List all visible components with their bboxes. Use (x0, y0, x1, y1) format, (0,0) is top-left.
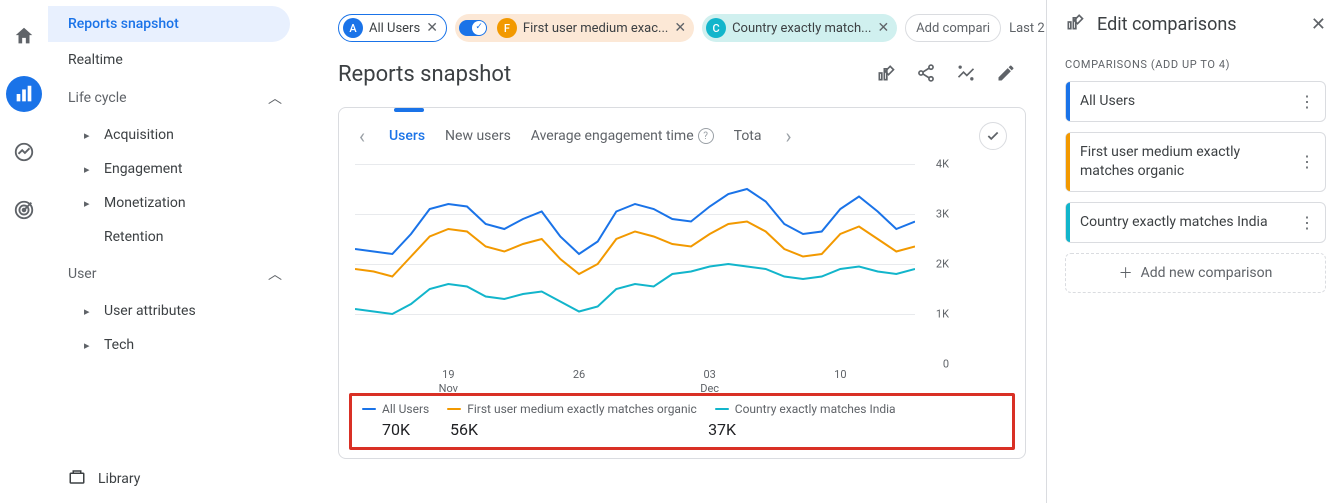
edit-icon[interactable] (996, 63, 1016, 87)
tab-new-users[interactable]: New users (445, 128, 511, 144)
nav-section-lifecycle[interactable]: Life cycle ︿ (48, 78, 298, 118)
legend-item: Country exactly matches India (715, 402, 896, 416)
customize-report-icon[interactable] (876, 63, 896, 87)
x-tick-label: 10 (834, 368, 846, 382)
legend-dash-icon (715, 408, 729, 411)
comparison-stripe (1066, 203, 1070, 242)
kebab-menu-icon[interactable]: ⋮ (1299, 213, 1315, 232)
caret-right-icon: ▸ (84, 339, 94, 352)
chevron-left-icon[interactable]: ‹ (355, 124, 369, 148)
chart-yaxis: 01K2K3K4K (919, 164, 949, 364)
close-icon[interactable]: ✕ (877, 20, 889, 36)
nav-realtime[interactable]: Realtime (48, 42, 290, 78)
share-icon[interactable] (916, 63, 936, 87)
comparison-card[interactable]: Country exactly matches India ⋮ (1065, 202, 1326, 243)
comparison-card[interactable]: First user medium exactly matches organi… (1065, 132, 1326, 192)
y-tick-label: 1K (936, 308, 949, 321)
kebab-menu-icon[interactable]: ⋮ (1299, 92, 1315, 111)
legend-total: 70K (382, 420, 410, 439)
plus-icon: ＋ (1119, 263, 1133, 283)
main: A All Users ✕ ✓ F First user medium exac… (298, 0, 1046, 503)
chevron-up-icon: ︿ (268, 88, 282, 108)
comparison-stripe (1066, 82, 1070, 121)
nav-engagement[interactable]: ▸Engagement (48, 152, 298, 186)
chart-plot: 01K2K3K4K (355, 164, 915, 364)
chip-country[interactable]: C Country exactly match... ✕ (702, 14, 897, 42)
nav-monetization[interactable]: ▸Monetization (48, 186, 298, 220)
legend-dash-icon (447, 408, 461, 411)
nav-tech[interactable]: ▸Tech (48, 328, 298, 362)
chip-all-users[interactable]: A All Users ✕ (338, 14, 447, 42)
y-tick-label: 4K (936, 158, 949, 171)
x-tick-label: 03Dec (700, 368, 719, 395)
chip-daterange[interactable]: Last 2 (1009, 14, 1045, 42)
close-icon[interactable]: ✕ (674, 20, 686, 36)
nav-acquisition[interactable]: ▸Acquisition (48, 118, 298, 152)
legend-item: First user medium exactly matches organi… (447, 402, 697, 416)
y-tick-label: 3K (936, 208, 949, 221)
legend-total: 56K (450, 420, 478, 439)
caret-right-icon: ▸ (84, 197, 94, 210)
y-tick-label: 2K (936, 258, 949, 271)
legend-dash-icon (362, 408, 376, 411)
page-title: Reports snapshot (338, 62, 511, 87)
help-icon[interactable]: ? (698, 128, 714, 144)
avatar-c-icon: C (706, 18, 726, 38)
chip-add-comparison[interactable]: Add compari (905, 14, 1001, 42)
chart-lines (355, 164, 915, 364)
y-tick-label: 0 (943, 358, 949, 371)
edit-comparisons-icon (1065, 12, 1085, 36)
nav-user-attributes[interactable]: ▸User attributes (48, 294, 298, 328)
comparison-card[interactable]: All Users ⋮ (1065, 81, 1326, 122)
legend-item: All Users (362, 402, 429, 416)
series-line (355, 264, 915, 314)
comparison-chips: A All Users ✕ ✓ F First user medium exac… (338, 12, 1026, 44)
insights-icon[interactable] (956, 63, 976, 87)
library-icon (68, 468, 86, 490)
data-quality-icon[interactable] (979, 122, 1007, 150)
advertising-icon[interactable] (6, 192, 42, 228)
tab-avg-engagement[interactable]: Average engagement time ? (531, 128, 714, 144)
nav-library[interactable]: Library (48, 455, 298, 503)
home-icon[interactable] (6, 18, 42, 54)
caret-right-icon: ▸ (84, 305, 94, 318)
sidebar: Reports snapshot Realtime Life cycle ︿ ▸… (48, 0, 298, 503)
caret-right-icon: ▸ (84, 163, 94, 176)
edit-comparisons-panel: Edit comparisons ✕ COMPARISONS (ADD UP T… (1046, 0, 1344, 503)
close-icon[interactable]: ✕ (1311, 14, 1326, 35)
chart-legend: All Users First user medium exactly match… (349, 393, 1015, 450)
comparison-label: All Users (1080, 92, 1289, 111)
comparison-label: Country exactly matches India (1080, 213, 1289, 232)
nav-reports-snapshot[interactable]: Reports snapshot (48, 6, 290, 42)
nav-section-user[interactable]: User ︿ (48, 254, 298, 294)
metric-card: ‹ Users New users Average engagement tim… (338, 107, 1026, 459)
reports-icon[interactable] (6, 76, 42, 112)
add-comparison-button[interactable]: ＋ Add new comparison (1065, 253, 1326, 293)
kebab-menu-icon[interactable]: ⋮ (1299, 152, 1315, 171)
comparison-stripe (1066, 133, 1070, 191)
avatar-f-icon: F (497, 18, 517, 38)
tab-users[interactable]: Users (389, 128, 425, 144)
caret-right-icon: ▸ (84, 129, 94, 142)
close-icon[interactable]: ✕ (426, 20, 438, 36)
chevron-up-icon: ︿ (268, 264, 282, 284)
panel-subtitle: COMPARISONS (ADD UP TO 4) (1065, 58, 1326, 71)
explore-icon[interactable] (6, 134, 42, 170)
avatar-a-icon: A (343, 18, 363, 38)
nav-retention[interactable]: Retention (48, 220, 298, 254)
chip-first-user-medium[interactable]: ✓ F First user medium exac... ✕ (455, 14, 694, 42)
app-rail (0, 0, 48, 503)
panel-title: Edit comparisons (1097, 14, 1299, 35)
series-line (355, 222, 915, 277)
chevron-right-icon[interactable]: › (782, 124, 796, 148)
x-tick-label: 19Nov (439, 368, 458, 395)
tab-total-revenue[interactable]: Tota (734, 128, 762, 144)
toggle-icon[interactable]: ✓ (459, 20, 487, 36)
x-tick-label: 26 (573, 368, 585, 382)
legend-total: 37K (708, 420, 736, 439)
comparison-label: First user medium exactly matches organi… (1080, 143, 1289, 181)
